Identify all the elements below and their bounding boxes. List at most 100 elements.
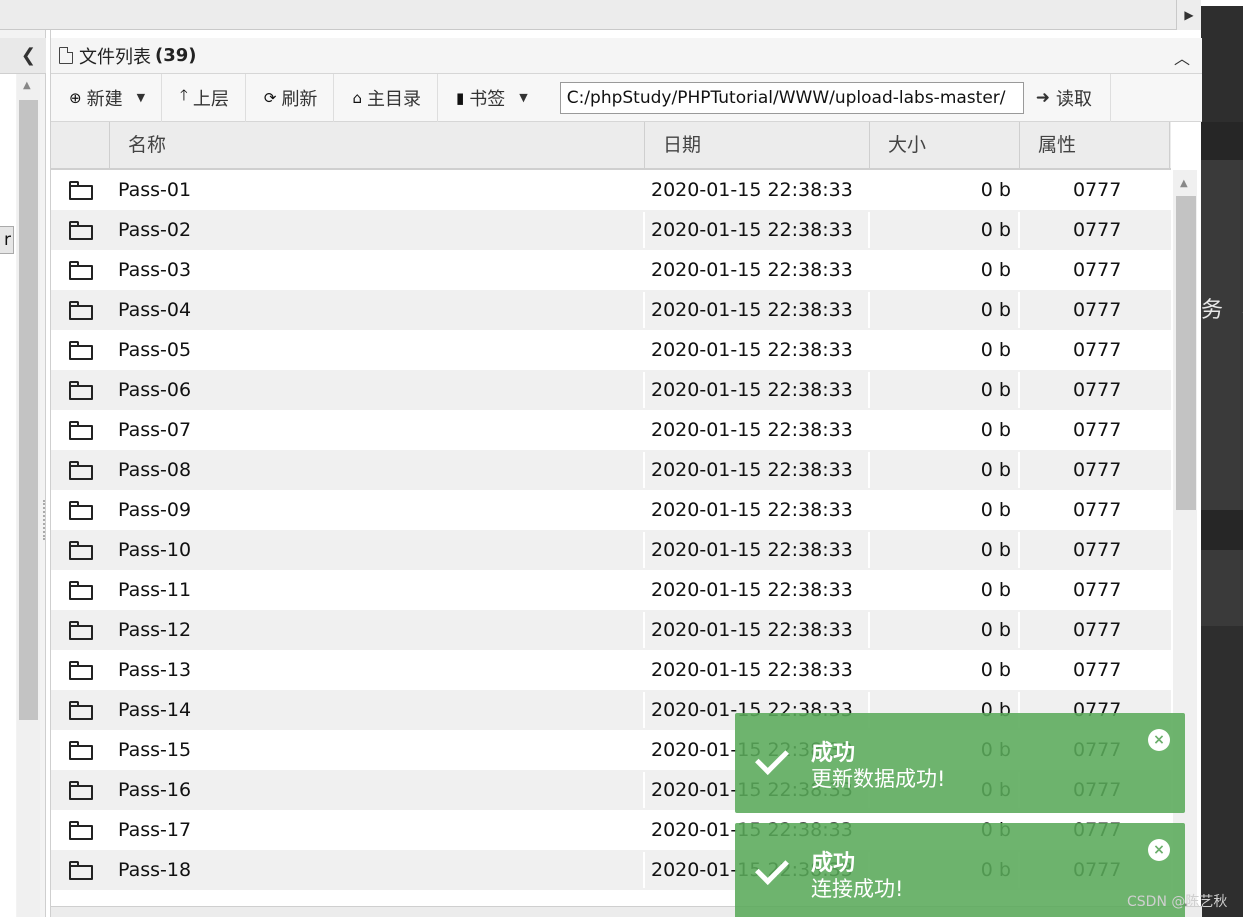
folder-icon bbox=[68, 580, 93, 600]
toolbar: ⊕ 新建 ▼ 🡑 上层 ⟳ 刷新 ⌂ 主目录 ▮ 书签 ▼ ➜ 读取 bbox=[51, 73, 1202, 122]
file-name[interactable]: Pass-14 bbox=[110, 692, 645, 728]
success-toast[interactable]: 成功 更新数据成功! × bbox=[735, 713, 1185, 813]
left-scrollbar[interactable]: ▲ bbox=[17, 74, 40, 917]
column-size-header[interactable]: 大小 bbox=[870, 122, 1020, 168]
file-size: 0 b bbox=[870, 172, 1020, 208]
table-row[interactable]: Pass-03 2020-01-15 22:38:33 0 b 0777 bbox=[51, 250, 1171, 290]
background-text: 务 器 bbox=[1201, 298, 1243, 323]
left-scrollbar-thumb[interactable] bbox=[19, 100, 38, 720]
home-button[interactable]: ⌂ 主目录 bbox=[334, 73, 438, 122]
folder-icon-cell bbox=[51, 572, 110, 608]
scroll-up-icon[interactable]: ▲ bbox=[23, 80, 31, 91]
bookmark-button[interactable]: ▮ 书签 ▼ bbox=[438, 74, 544, 122]
file-count: (39) bbox=[155, 45, 197, 66]
file-name[interactable]: Pass-08 bbox=[110, 452, 645, 488]
background-band bbox=[1201, 122, 1243, 160]
file-name[interactable]: Pass-06 bbox=[110, 372, 645, 408]
file-name[interactable]: Pass-13 bbox=[110, 652, 645, 688]
table-row[interactable]: Pass-06 2020-01-15 22:38:33 0 b 0777 bbox=[51, 370, 1171, 410]
file-date: 2020-01-15 22:38:33 bbox=[645, 492, 870, 528]
table-row[interactable]: Pass-02 2020-01-15 22:38:33 0 b 0777 bbox=[51, 210, 1171, 250]
folder-icon bbox=[68, 660, 93, 680]
file-name[interactable]: Pass-15 bbox=[110, 732, 645, 768]
table-row[interactable]: Pass-10 2020-01-15 22:38:33 0 b 0777 bbox=[51, 530, 1171, 570]
table-row[interactable]: Pass-08 2020-01-15 22:38:33 0 b 0777 bbox=[51, 450, 1171, 490]
file-name[interactable]: Pass-16 bbox=[110, 772, 645, 808]
refresh-button[interactable]: ⟳ 刷新 bbox=[246, 73, 335, 122]
file-size: 0 b bbox=[870, 612, 1020, 648]
folder-icon bbox=[68, 460, 93, 480]
folder-icon bbox=[68, 820, 93, 840]
column-attr-header[interactable]: 属性 bbox=[1020, 122, 1170, 168]
folder-icon-cell bbox=[51, 172, 110, 208]
file-attr: 0777 bbox=[1073, 259, 1122, 281]
table-row[interactable]: Pass-11 2020-01-15 22:38:33 0 b 0777 bbox=[51, 570, 1171, 610]
folder-icon bbox=[68, 340, 93, 360]
folder-icon bbox=[68, 780, 93, 800]
file-name[interactable]: Pass-02 bbox=[110, 212, 645, 248]
folder-icon bbox=[68, 620, 93, 640]
folder-icon-cell bbox=[51, 292, 110, 328]
left-panel: ❮ ▲ r bbox=[0, 30, 46, 917]
file-name[interactable]: Pass-01 bbox=[110, 172, 645, 208]
table-row[interactable]: Pass-05 2020-01-15 22:38:33 0 b 0777 bbox=[51, 330, 1171, 370]
file-name[interactable]: Pass-12 bbox=[110, 612, 645, 648]
file-name[interactable]: Pass-17 bbox=[110, 812, 645, 848]
up-button[interactable]: 🡑 上层 bbox=[162, 73, 246, 122]
panel-title: 文件列表 bbox=[79, 46, 151, 68]
read-label: 读取 bbox=[1055, 88, 1092, 110]
bookmark-label: 书签 bbox=[469, 88, 506, 110]
table-scrollbar-thumb[interactable] bbox=[1176, 196, 1196, 510]
column-date-header[interactable]: 日期 bbox=[645, 122, 870, 168]
file-date: 2020-01-15 22:38:33 bbox=[645, 332, 870, 368]
table-row[interactable]: Pass-07 2020-01-15 22:38:33 0 b 0777 bbox=[51, 410, 1171, 450]
folder-icon-cell bbox=[51, 492, 110, 528]
panel-header: 文件列表 (39) ︿ bbox=[51, 38, 1202, 74]
folder-icon-cell bbox=[51, 852, 110, 888]
read-button[interactable]: ➜ 读取 bbox=[1036, 73, 1111, 122]
toast-message: 更新数据成功! bbox=[811, 767, 946, 791]
table-row[interactable]: Pass-04 2020-01-15 22:38:33 0 b 0777 bbox=[51, 290, 1171, 330]
folder-icon bbox=[68, 500, 93, 520]
table-row[interactable]: Pass-13 2020-01-15 22:38:33 0 b 0777 bbox=[51, 650, 1171, 690]
column-name-header[interactable]: 名称 bbox=[110, 122, 645, 168]
close-circle-icon[interactable]: × bbox=[1148, 839, 1170, 861]
close-circle-icon[interactable]: × bbox=[1148, 729, 1170, 751]
left-panel-body bbox=[0, 74, 16, 917]
folder-icon bbox=[68, 540, 93, 560]
file-attr: 0777 bbox=[1073, 659, 1122, 681]
success-toast[interactable]: 成功 连接成功! × bbox=[735, 823, 1185, 917]
left-panel-button[interactable]: r bbox=[0, 226, 14, 254]
new-button[interactable]: ⊕ 新建 ▼ bbox=[51, 73, 163, 122]
folder-icon-cell bbox=[51, 332, 110, 368]
home-label: 主目录 bbox=[366, 88, 421, 110]
file-name[interactable]: Pass-04 bbox=[110, 292, 645, 328]
table-header: 名称 日期 大小 属性 bbox=[51, 122, 1171, 170]
file-name[interactable]: Pass-07 bbox=[110, 412, 645, 448]
folder-icon bbox=[68, 860, 93, 880]
chevron-up-icon[interactable]: ︿ bbox=[1174, 45, 1190, 69]
file-name[interactable]: Pass-10 bbox=[110, 532, 645, 568]
background-band bbox=[1201, 0, 1243, 6]
file-date: 2020-01-15 22:38:33 bbox=[645, 452, 870, 488]
file-name[interactable]: Pass-11 bbox=[110, 572, 645, 608]
refresh-label: 刷新 bbox=[281, 88, 318, 110]
new-label: 新建 bbox=[86, 88, 123, 110]
table-row[interactable]: Pass-12 2020-01-15 22:38:33 0 b 0777 bbox=[51, 610, 1171, 650]
table-row[interactable]: Pass-01 2020-01-15 22:38:33 0 b 0777 bbox=[51, 170, 1171, 210]
scroll-up-icon[interactable]: ▲ bbox=[1180, 178, 1188, 189]
file-name[interactable]: Pass-03 bbox=[110, 252, 645, 288]
scroll-right-button[interactable]: ▶ bbox=[1176, 0, 1201, 30]
panel-splitter[interactable] bbox=[43, 500, 46, 540]
folder-icon-cell bbox=[51, 252, 110, 288]
file-name[interactable]: Pass-05 bbox=[110, 332, 645, 368]
folder-icon-cell bbox=[51, 532, 110, 568]
file-name[interactable]: Pass-18 bbox=[110, 852, 645, 888]
file-name[interactable]: Pass-09 bbox=[110, 492, 645, 528]
path-input[interactable] bbox=[559, 81, 1024, 114]
file-icon bbox=[59, 47, 73, 64]
file-date: 2020-01-15 22:38:33 bbox=[645, 172, 870, 208]
table-row[interactable]: Pass-09 2020-01-15 22:38:33 0 b 0777 bbox=[51, 490, 1171, 530]
collapse-left-icon[interactable]: ❮ bbox=[21, 45, 36, 66]
file-size: 0 b bbox=[870, 532, 1020, 568]
